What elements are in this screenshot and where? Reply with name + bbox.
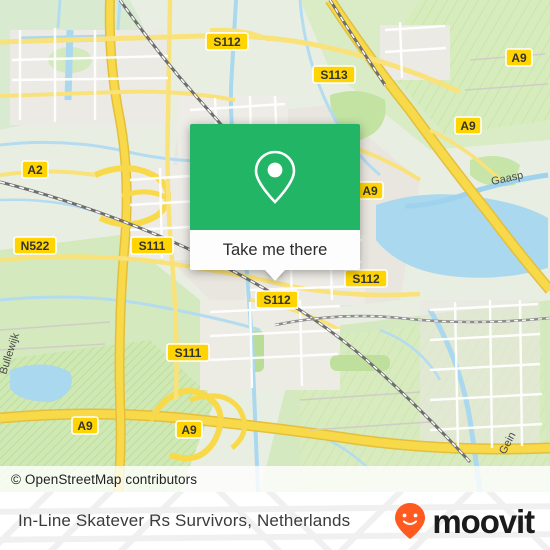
footer-bar: In-Line Skatever Rs Survivors, Netherlan… <box>0 492 550 550</box>
map-attribution[interactable]: © OpenStreetMap contributors <box>0 466 550 492</box>
moovit-brand[interactable]: moovit <box>393 492 535 550</box>
place-title: In-Line Skatever Rs Survivors, Netherlan… <box>18 492 350 550</box>
map-pin-icon <box>254 150 296 204</box>
water-label: Gaasp <box>490 169 524 187</box>
attribution-text: © OpenStreetMap contributors <box>11 471 198 487</box>
water-label: Gein <box>497 430 519 456</box>
take-me-there-label: Take me there <box>222 240 328 259</box>
map-canvas[interactable]: S112 S113 A9 A9 A9 A2 N522 S111 S112 S112 S111 A9 A9… <box>0 0 550 492</box>
take-me-there-popup[interactable]: Take me there <box>190 124 360 281</box>
moovit-pin-smile-icon <box>395 503 426 539</box>
place-title-text: In-Line Skatever Rs Survivors, Netherlan… <box>18 511 351 530</box>
water-label: Bullewijk <box>0 331 22 376</box>
popup-tail <box>264 269 286 281</box>
popup-header <box>190 124 360 230</box>
moovit-wordmark: moovit <box>432 502 535 540</box>
take-me-there-button[interactable]: Take me there <box>190 230 360 270</box>
